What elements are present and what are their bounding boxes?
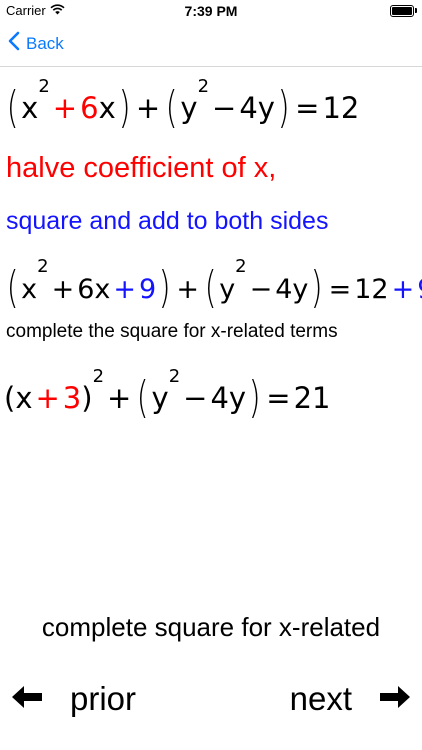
highlight-three: 3: [62, 381, 82, 415]
paren-close: ): [158, 262, 171, 313]
instruction-line-2: square and add to both sides: [6, 207, 329, 235]
status-time: 7:39 PM: [184, 3, 238, 19]
paren-open: (: [6, 82, 19, 133]
battery-icon: [390, 5, 417, 17]
paren-close: ): [277, 82, 290, 133]
operator-plus: +: [135, 91, 161, 125]
next-label: next: [289, 680, 352, 717]
exponent: 2: [37, 256, 49, 277]
step-navigation: prior next: [0, 680, 422, 730]
term-4y: 4y: [275, 274, 309, 305]
term-open-x: (x: [4, 381, 33, 415]
term-y: y: [180, 91, 198, 125]
operator-plus: +: [176, 274, 200, 305]
term-6x: 6x: [77, 274, 111, 305]
paren-open: (: [204, 262, 217, 313]
operator-equals: =: [295, 91, 320, 125]
rhs-value: 21: [293, 381, 331, 415]
term-x: x: [21, 274, 38, 305]
operator-plus: +: [51, 274, 75, 305]
term-4y: 4y: [210, 381, 247, 415]
equation-completed-square: (x +3)2+ (y2− 4y) = 21: [4, 368, 331, 420]
highlight-plus: +: [113, 274, 137, 305]
highlight-plus: +: [35, 381, 60, 415]
paren-close: ): [248, 372, 261, 423]
exponent: 2: [235, 256, 247, 277]
operator-minus: −: [212, 91, 237, 125]
battery-fill: [392, 7, 412, 15]
step-note: complete the square for x-related terms: [6, 321, 338, 342]
rhs-value: 12: [354, 274, 389, 305]
paren-open: (: [6, 262, 19, 313]
paren-close: ): [310, 262, 324, 313]
paren-close: ): [118, 82, 131, 133]
highlight-plus: +: [391, 274, 415, 305]
highlight-plus: +: [52, 91, 78, 125]
instruction-line-1: halve coefficient of x,: [6, 152, 277, 184]
operator-minus: −: [183, 381, 208, 415]
back-label: Back: [26, 33, 64, 53]
exponent: 2: [197, 76, 210, 97]
equation-add-nine: (x2+6x+9)+(y2−4y)=12+9: [4, 258, 422, 310]
term-x: x: [21, 91, 39, 125]
equation-original: (x2+ 6x) + (y2− 4y) = 12: [4, 78, 360, 130]
next-button[interactable]: next: [290, 680, 412, 718]
prior-label: prior: [70, 680, 137, 717]
arrow-right-icon: [378, 680, 412, 718]
arrow-left-icon: [10, 680, 44, 718]
rhs-value: 12: [322, 91, 360, 125]
exponent: 2: [38, 76, 50, 97]
chevron-left-icon: [8, 31, 26, 56]
step-caption: complete square for x-related: [41, 612, 381, 642]
term-y: y: [151, 381, 169, 415]
operator-equals: =: [328, 274, 352, 305]
exponent: 2: [92, 366, 105, 387]
prior-button[interactable]: prior: [10, 680, 136, 718]
exponent: 2: [168, 366, 181, 387]
highlight-nine: 9: [417, 274, 422, 305]
coefficient: 4: [239, 91, 258, 125]
back-button[interactable]: Back: [8, 31, 64, 56]
operator-equals: =: [266, 381, 291, 415]
term-x: x: [98, 91, 116, 125]
navigation-bar: Back: [0, 22, 422, 67]
paren-close: ): [81, 381, 93, 415]
highlight-coefficient: 6: [80, 91, 99, 125]
status-bar: Carrier 7:39 PM: [0, 0, 422, 22]
term-y: y: [219, 274, 236, 305]
operator-plus: +: [107, 381, 132, 415]
term-y: y: [257, 91, 275, 125]
paren-open: (: [165, 82, 178, 133]
operator-minus: −: [249, 274, 273, 305]
paren-open: (: [136, 372, 149, 423]
highlight-nine: 9: [139, 274, 157, 305]
